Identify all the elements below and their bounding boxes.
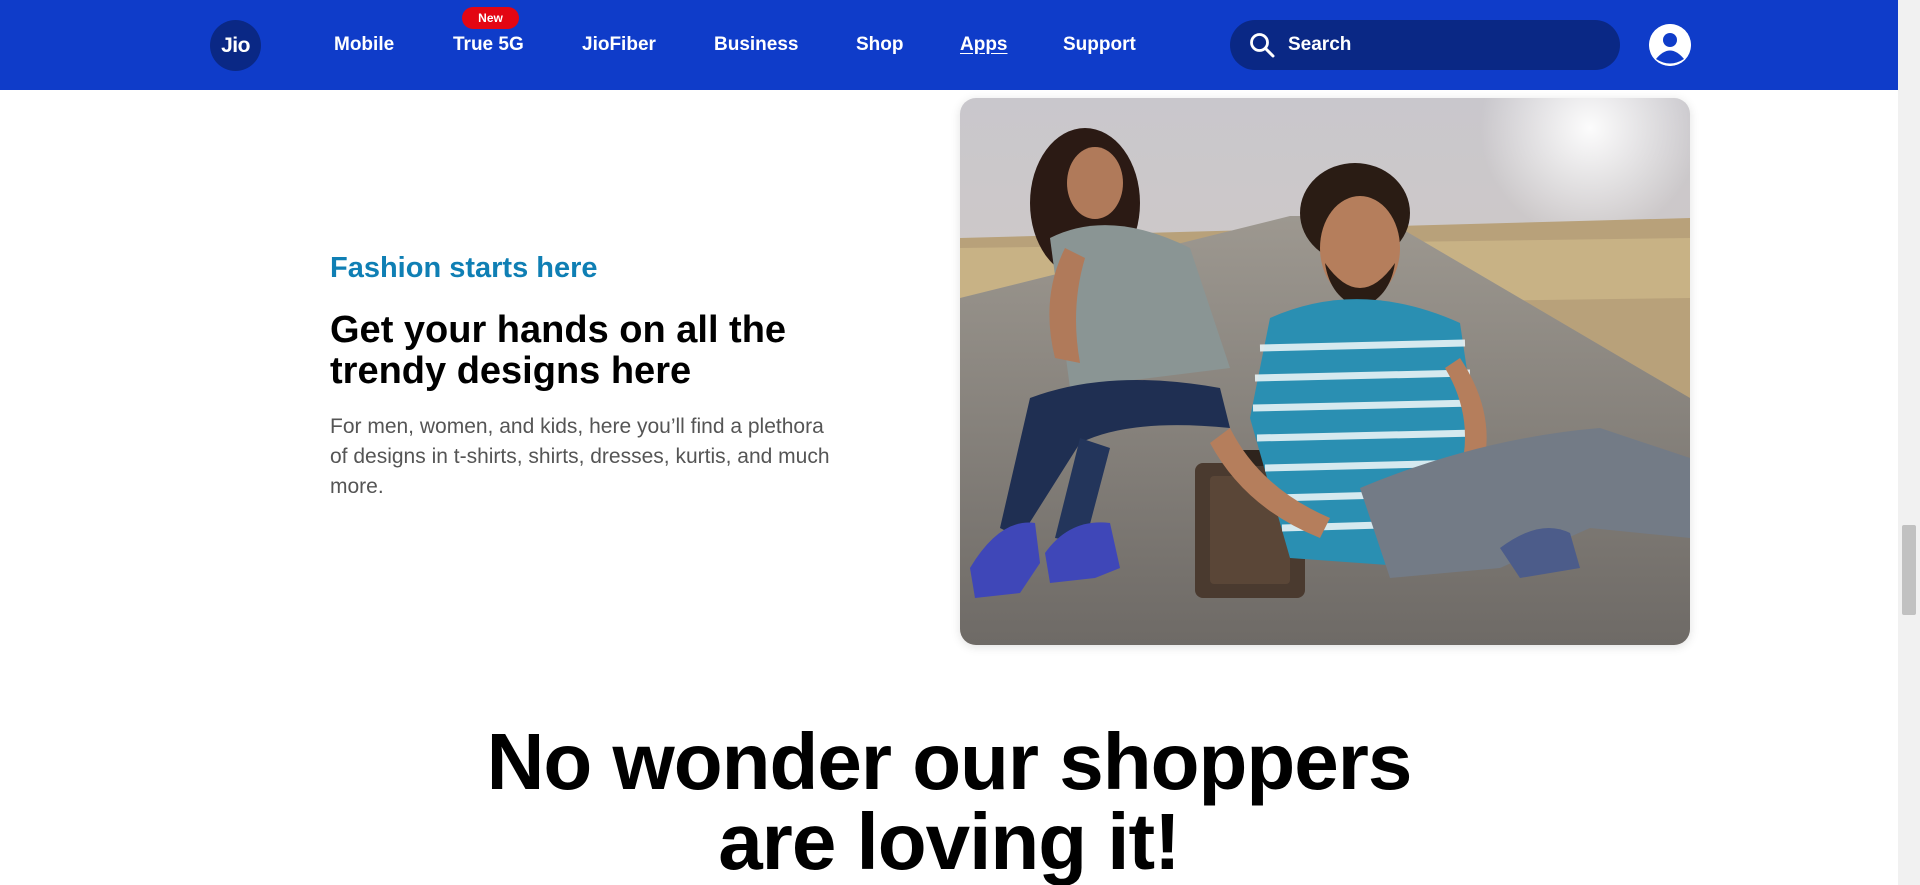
- nav-business[interactable]: Business: [714, 34, 798, 56]
- testimonials-heading: No wonder our shoppers are loving it!: [0, 722, 1898, 882]
- search-input[interactable]: [1288, 34, 1588, 56]
- nav-mobile[interactable]: Mobile: [334, 34, 394, 56]
- scrollbar-thumb[interactable]: [1902, 525, 1916, 615]
- fashion-hero-image: [960, 98, 1690, 645]
- profile-button[interactable]: [1649, 24, 1691, 66]
- nav-jiofiber[interactable]: JioFiber: [582, 34, 656, 56]
- scrollbar-track[interactable]: [1898, 0, 1920, 885]
- nav-shop[interactable]: Shop: [856, 34, 904, 56]
- new-badge: New: [462, 7, 519, 29]
- search-icon: [1250, 33, 1275, 58]
- user-icon: [1649, 24, 1691, 66]
- section-eyebrow: Fashion starts here: [330, 252, 598, 284]
- search-bar[interactable]: [1230, 20, 1620, 70]
- jio-logo[interactable]: Jio: [210, 20, 261, 71]
- nav-true-5g[interactable]: True 5G: [453, 34, 524, 56]
- top-navigation-bar: Jio Mobile True 5G New JioFiber Business…: [0, 0, 1898, 90]
- section-title: Get your hands on all the trendy designs…: [330, 309, 787, 392]
- page: Jio Mobile True 5G New JioFiber Business…: [0, 0, 1920, 885]
- nav-apps[interactable]: Apps: [960, 34, 1008, 56]
- testimonials-heading-text: No wonder our shoppers are loving it!: [486, 717, 1413, 885]
- section-description: For men, women, and kids, here you’ll fi…: [330, 415, 830, 498]
- nav-support[interactable]: Support: [1063, 34, 1136, 56]
